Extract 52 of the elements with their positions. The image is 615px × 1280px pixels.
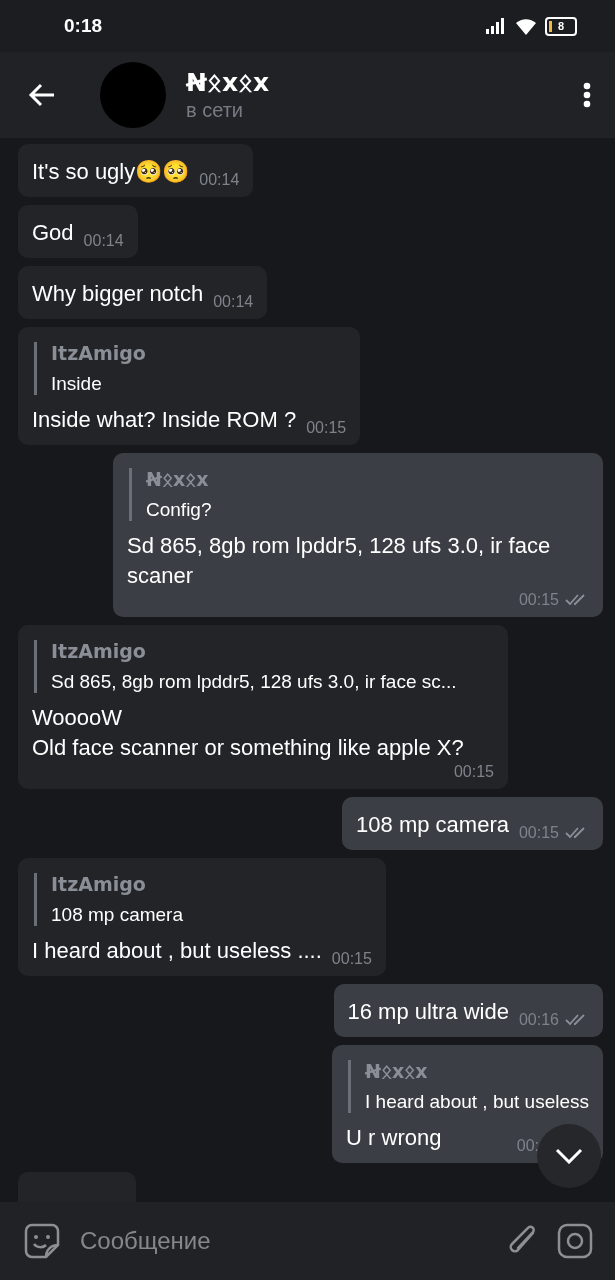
message-bubble[interactable]: It's so ugly🥺🥺 00:14 [18,144,254,197]
message-text: It's so ugly🥺🥺 [32,158,190,186]
reply-text: Sd 865, 8gb rom lpddr5, 128 ufs 3.0, ir face sc... [51,671,458,693]
message-time: 00:14 [199,171,240,189]
message-bubble[interactable]: Ꞥᛟxᛟx Config? Sd 865, 8gb rom lpddr5, 128 ufs 3.0, ir face scaner 00:15 [113,453,603,617]
reply-sender: Ꞥᛟxᛟx [365,1060,429,1082]
reply-text: I heard about , but useless [365,1091,589,1113]
message-bubble[interactable]: ItzAmigo Inside Inside what? Inside ROM ? 00:15 [18,327,361,445]
message-time: 00:14 [213,293,254,311]
message-bubble[interactable]: God 00:14 [18,205,138,258]
message-input-field[interactable]: Сообщение [78,1226,489,1256]
chevron-down-icon [555,1148,583,1164]
back-arrow-icon[interactable] [28,83,56,107]
message-text: I heard about , but useless .... [32,937,322,965]
reply-sender: Ꞥᛟxᛟx [146,468,210,490]
message-text: God [32,219,74,247]
message-text: Sd 865, 8gb rom lpddr5, 128 ufs 3.0, ir face scaner [127,532,552,590]
reply-text: 108 mp camera [51,904,184,926]
sticker-icon[interactable] [24,1223,60,1259]
message-text: U r wrong [346,1124,443,1152]
message-time: 00:15 [453,763,494,781]
online-status: в сети [186,99,244,122]
signal-icon [485,18,507,34]
message-bubble[interactable]: ItzAmigo 108 mp camera I heard about , but useless .... 00:15 [18,858,386,976]
message-bubble[interactable]: 16 mp ultra wide 00:16 [333,984,603,1037]
message-time: 00: [516,1137,539,1155]
reply-sender: ItzAmigo [51,873,147,895]
status-time: 0:18 [64,15,103,37]
message-text: Why bigger notch [32,280,204,308]
battery-icon: 8 [545,16,577,36]
reply-sender: ItzAmigo [51,640,147,662]
message-text: WooooW Old face scanner or something like apple X? [32,704,465,762]
reply-text: Config? [146,499,213,521]
wifi-icon [515,17,537,35]
message-time: 00:15 [306,419,347,437]
reply-sender: ItzAmigo [51,342,147,364]
reply-text: Inside [51,373,103,395]
message-time: 00:16 [518,1011,559,1029]
message-bubble[interactable]: 108 mp camera 00:15 [342,797,603,850]
more-menu-icon[interactable] [583,82,591,108]
chat-name: Ꞥᛟxᛟx [186,68,271,97]
message-text: 16 mp ultra wide [347,998,509,1026]
camera-icon[interactable] [557,1223,593,1259]
message-text: Inside what? Inside ROM ? [32,406,297,434]
message-time: 00:15 [518,591,559,609]
message-bubble[interactable]: Why bigger notch 00:14 [18,266,268,319]
message-time: 00:14 [83,232,124,250]
message-bubble[interactable]: ItzAmigo Sd 865, 8gb rom lpddr5, 128 ufs 3.0, ir face sc... WooooW Old face scanner or something like apple X? 00:15 [18,625,508,789]
message-text: 108 mp camera [356,811,509,839]
message-time: 00:15 [518,824,559,842]
message-time: 00:15 [331,950,372,968]
message-bubble[interactable]: Ꞥᛟxᛟx I heard about , but useless U r wrong 00: [332,1045,603,1163]
